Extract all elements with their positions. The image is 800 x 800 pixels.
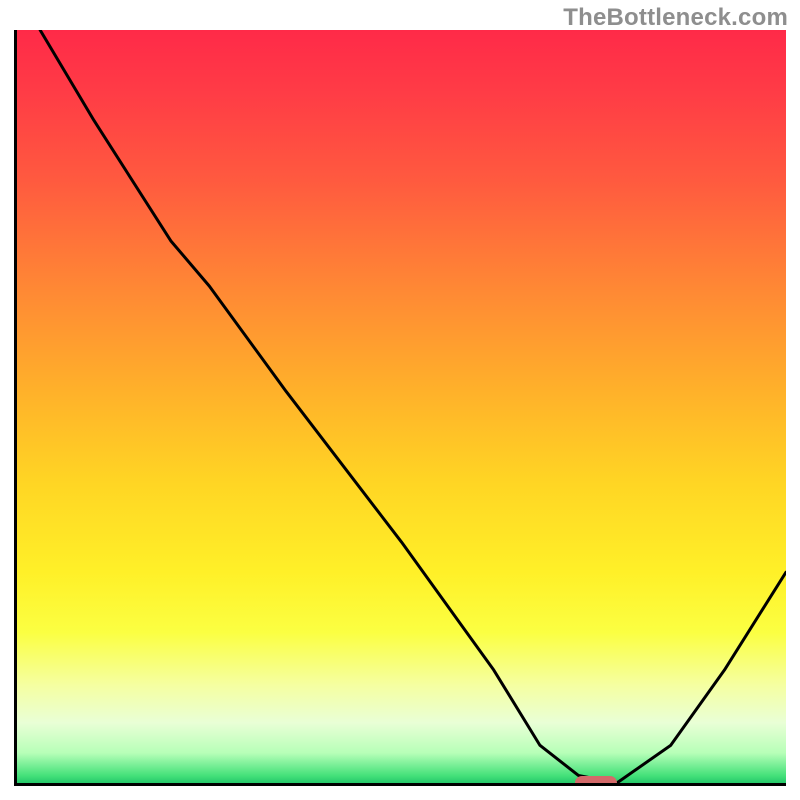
watermark-text: TheBottleneck.com: [563, 4, 788, 32]
optimal-marker: [575, 776, 617, 786]
chart-frame: TheBottleneck.com: [0, 0, 800, 800]
plot-area: [14, 30, 786, 786]
bottleneck-curve: [17, 30, 786, 783]
